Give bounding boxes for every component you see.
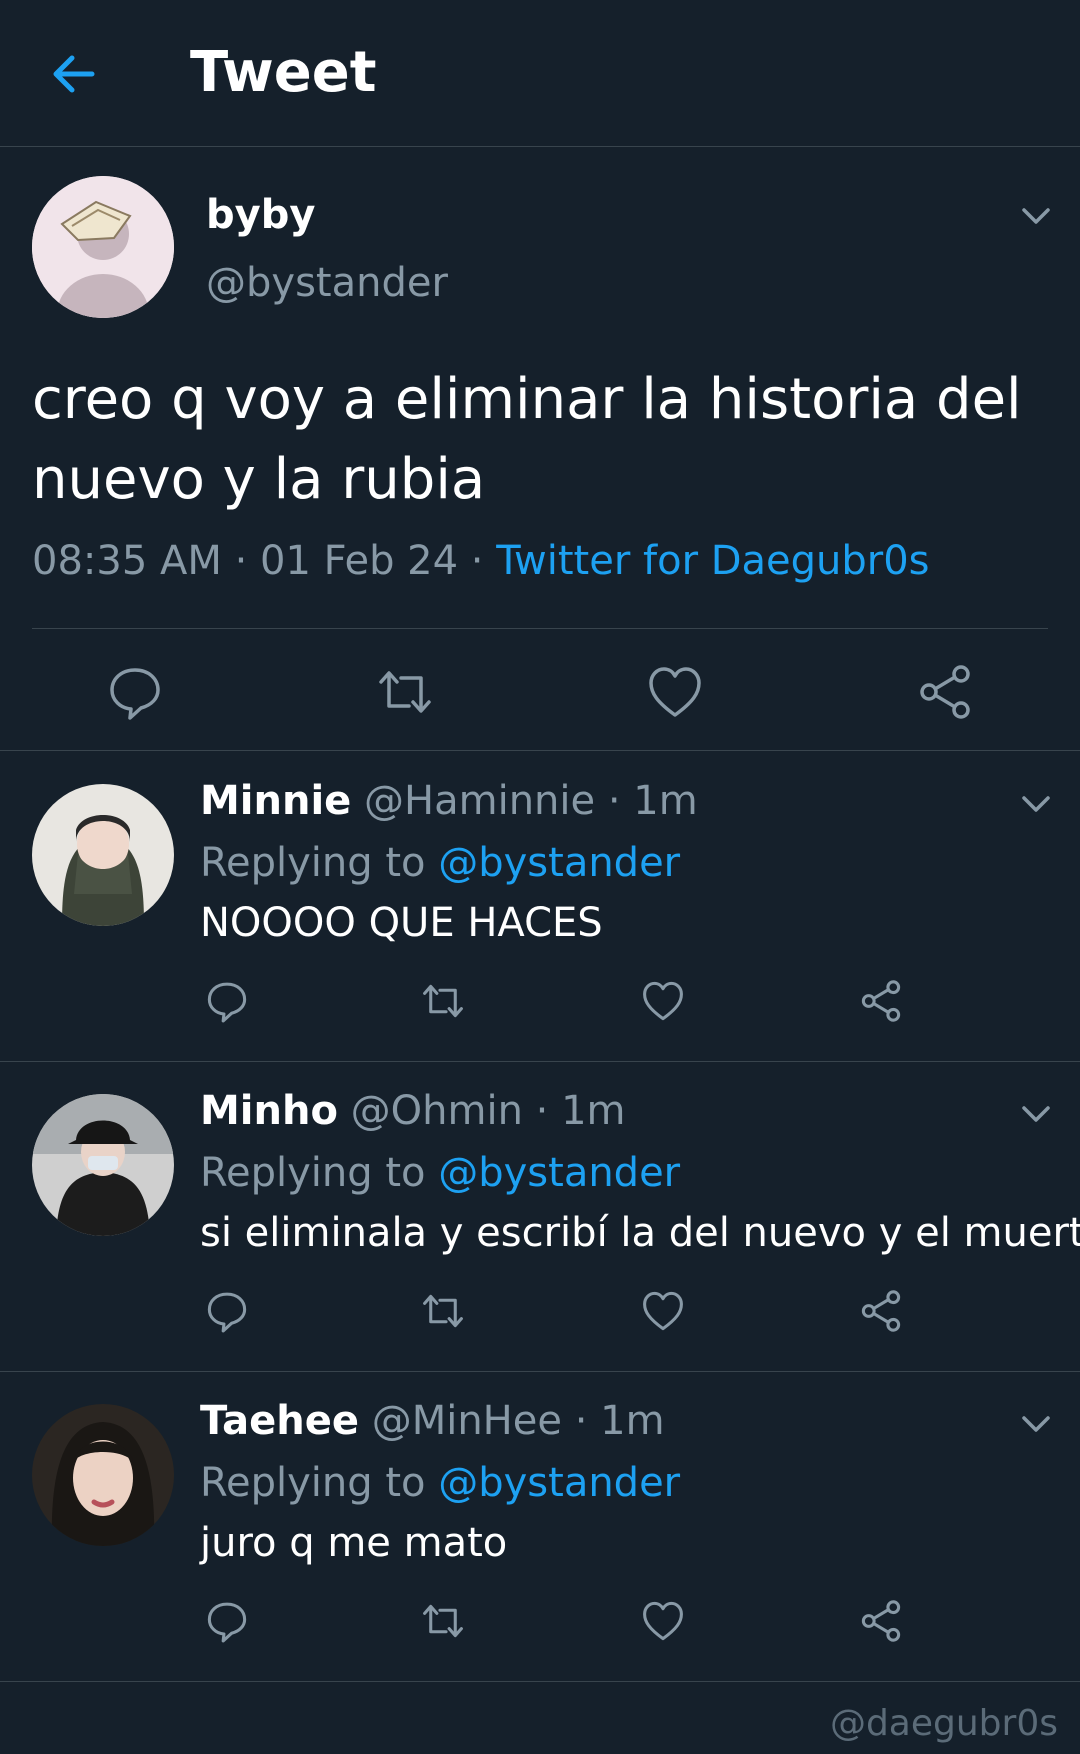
reply-tweet[interactable]: Minho @Ohmin · 1m Replying to @bystander… [0, 1062, 1080, 1372]
reply-text: NOOOO QUE HACES [200, 900, 603, 946]
reply-text: si eliminala y escribí la del nuevo y el… [200, 1210, 1080, 1256]
reply-icon[interactable] [204, 1288, 250, 1334]
reply-header: Minnie @Haminnie · 1m [200, 778, 698, 824]
reply-author-name[interactable]: Minnie [200, 778, 351, 824]
reply-text: juro q me mato [200, 1520, 508, 1566]
mention-link[interactable]: @bystander [438, 840, 680, 886]
like-icon[interactable] [645, 662, 705, 722]
tweet-metadata: 08:35 AM · 01 Feb 24 · Twitter for Daegu… [32, 538, 1052, 584]
watermark: @daegubr0s [829, 1703, 1058, 1744]
meta-separator: · [574, 1398, 588, 1444]
tweet-time: 08:35 AM [32, 538, 222, 584]
action-bar [0, 1598, 1080, 1650]
chevron-down-icon[interactable] [1016, 196, 1056, 236]
share-icon[interactable] [858, 978, 904, 1024]
replying-to: Replying to @bystander [200, 1150, 680, 1196]
share-icon[interactable] [858, 1598, 904, 1644]
like-icon[interactable] [640, 1288, 686, 1334]
action-bar [0, 656, 1080, 728]
meta-separator: · [607, 778, 621, 824]
avatar[interactable] [32, 1094, 174, 1236]
reply-author-name[interactable]: Taehee [200, 1398, 359, 1444]
meta-separator: · [234, 538, 248, 584]
mention-link[interactable]: @bystander [438, 1460, 680, 1506]
avatar[interactable] [32, 176, 174, 318]
meta-separator: · [470, 538, 484, 584]
reply-time: 1m [633, 778, 698, 824]
action-bar [0, 978, 1080, 1030]
mention-link[interactable]: @bystander [438, 1150, 680, 1196]
replying-to: Replying to @bystander [200, 840, 680, 886]
replying-to-label: Replying to [200, 1150, 426, 1196]
reply-icon[interactable] [204, 1598, 250, 1644]
retweet-icon[interactable] [420, 1288, 466, 1334]
reply-author-handle[interactable]: @Ohmin [351, 1088, 523, 1134]
share-icon[interactable] [858, 1288, 904, 1334]
avatar[interactable] [32, 1404, 174, 1546]
chevron-down-icon[interactable] [1016, 784, 1056, 824]
retweet-icon[interactable] [375, 662, 435, 722]
retweet-icon[interactable] [420, 1598, 466, 1644]
reply-header: Taehee @MinHee · 1m [200, 1398, 665, 1444]
divider [32, 628, 1048, 629]
reply-header: Minho @Ohmin · 1m [200, 1088, 626, 1134]
reply-author-handle[interactable]: @MinHee [372, 1398, 562, 1444]
top-bar: Tweet [0, 0, 1080, 147]
meta-separator: · [535, 1088, 549, 1134]
action-bar [0, 1288, 1080, 1340]
replying-to-label: Replying to [200, 1460, 426, 1506]
tweet-source-link[interactable]: Twitter for Daegubr0s [496, 538, 929, 584]
tweet-text: creo q voy a eliminar la historia del nu… [32, 367, 1022, 512]
author-handle[interactable]: @bystander [206, 260, 448, 306]
reply-author-name[interactable]: Minho [200, 1088, 338, 1134]
share-icon[interactable] [915, 662, 975, 722]
reply-icon[interactable] [204, 978, 250, 1024]
reply-icon[interactable] [105, 662, 165, 722]
reply-tweet[interactable]: Taehee @MinHee · 1m Replying to @bystand… [0, 1372, 1080, 1682]
page-title: Tweet [190, 40, 377, 105]
avatar[interactable] [32, 784, 174, 926]
replying-to: Replying to @bystander [200, 1460, 680, 1506]
like-icon[interactable] [640, 1598, 686, 1644]
replying-to-label: Replying to [200, 840, 426, 886]
chevron-down-icon[interactable] [1016, 1404, 1056, 1444]
tweet-date: 01 Feb 24 [260, 538, 459, 584]
reply-time: 1m [600, 1398, 665, 1444]
retweet-icon[interactable] [420, 978, 466, 1024]
main-tweet: byby @bystander creo q voy a eliminar la… [0, 148, 1080, 751]
like-icon[interactable] [640, 978, 686, 1024]
reply-author-handle[interactable]: @Haminnie [364, 778, 595, 824]
reply-time: 1m [561, 1088, 626, 1134]
reply-tweet[interactable]: Minnie @Haminnie · 1m Replying to @bysta… [0, 752, 1080, 1062]
tweet-detail-screen: Tweet byby @bystander creo q voy a elimi… [0, 0, 1080, 1754]
chevron-down-icon[interactable] [1016, 1094, 1056, 1134]
back-arrow-icon[interactable] [44, 44, 104, 104]
author-name[interactable]: byby [206, 192, 315, 238]
